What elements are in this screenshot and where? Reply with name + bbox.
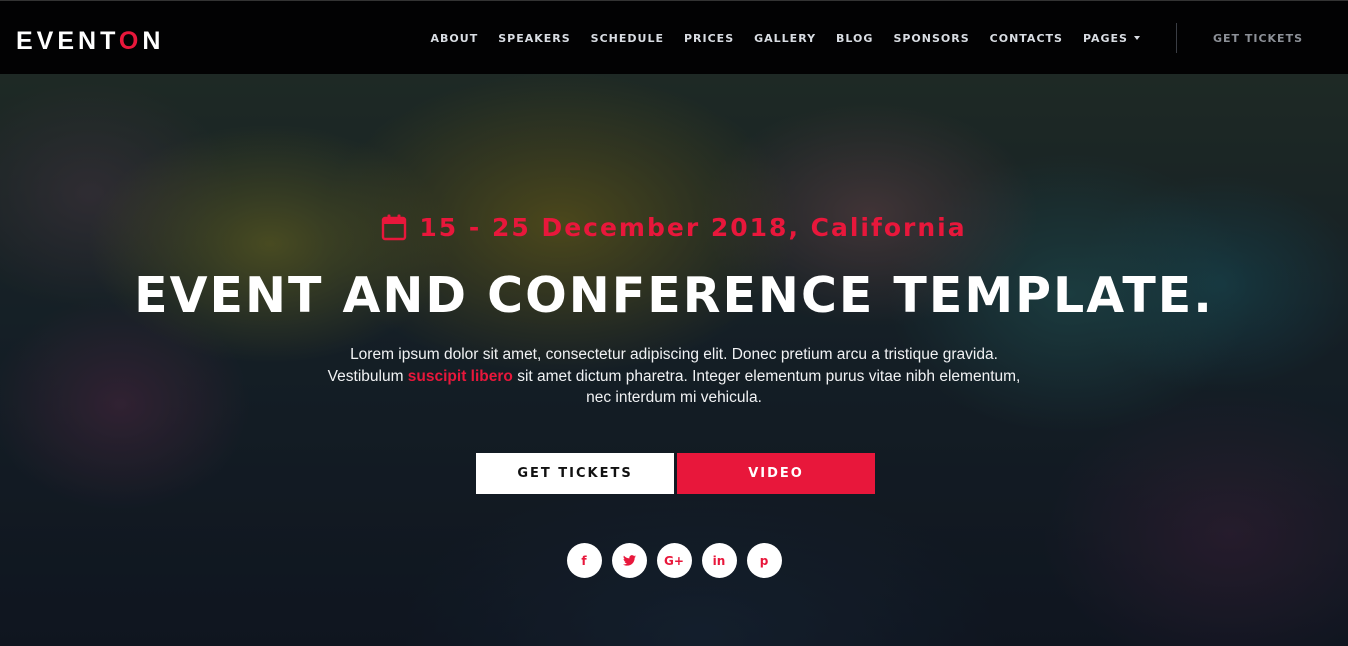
hero-description: Lorem ipsum dolor sit amet, consectetur … bbox=[324, 344, 1024, 409]
nav-item-contacts[interactable]: CONTACTS bbox=[990, 32, 1063, 45]
page: EVENTON ABOUT SPEAKERS SCHEDULE PRICES G… bbox=[0, 0, 1348, 646]
nav-item-prices[interactable]: PRICES bbox=[684, 32, 734, 45]
description-text-end: sit amet dictum pharetra. Integer elemen… bbox=[512, 367, 1021, 407]
nav-item-sponsors[interactable]: SPONSORS bbox=[893, 32, 969, 45]
get-tickets-button[interactable]: GET TICKETS bbox=[476, 453, 674, 494]
nav-item-schedule[interactable]: SCHEDULE bbox=[591, 32, 664, 45]
event-date-text: 15 - 25 December 2018, California bbox=[419, 213, 967, 242]
logo-text-part2: N bbox=[142, 27, 165, 55]
linkedin-icon[interactable]: in bbox=[701, 543, 737, 578]
nav-item-pages-label: PAGES bbox=[1082, 31, 1128, 45]
video-button[interactable]: VIDEO bbox=[677, 453, 875, 494]
nav-divider bbox=[1175, 23, 1177, 53]
nav-item-speakers[interactable]: SPEAKERS bbox=[498, 32, 570, 45]
twitter-bird-icon bbox=[622, 555, 636, 566]
google-plus-icon[interactable]: G+ bbox=[656, 543, 692, 578]
logo[interactable]: EVENTON bbox=[16, 26, 164, 56]
nav-item-blog[interactable]: BLOG bbox=[836, 32, 873, 45]
twitter-icon[interactable] bbox=[611, 543, 647, 578]
pinterest-icon[interactable]: p bbox=[746, 543, 782, 578]
hero-section: 15 - 25 December 2018, California EVENT … bbox=[0, 74, 1348, 646]
logo-text-accent: O bbox=[118, 27, 143, 55]
facebook-icon[interactable]: f bbox=[566, 543, 602, 578]
social-links: f G+ in p bbox=[0, 543, 1348, 578]
logo-text-part1: EVENT bbox=[16, 27, 119, 55]
nav-item-about[interactable]: ABOUT bbox=[431, 32, 479, 45]
site-header: EVENTON ABOUT SPEAKERS SCHEDULE PRICES G… bbox=[0, 0, 1348, 74]
calendar-icon bbox=[382, 214, 407, 241]
description-highlight: suscipit libero bbox=[407, 367, 513, 385]
nav-get-tickets-link[interactable]: GET TICKETS bbox=[1213, 32, 1303, 45]
nav-item-gallery[interactable]: GALLERY bbox=[754, 32, 816, 45]
main-nav: ABOUT SPEAKERS SCHEDULE PRICES GALLERY B… bbox=[431, 1, 1348, 75]
event-date-line: 15 - 25 December 2018, California bbox=[0, 213, 1348, 242]
nav-item-pages-dropdown[interactable]: PAGES bbox=[1083, 32, 1140, 45]
caret-down-icon bbox=[1133, 35, 1140, 40]
hero-headline: EVENT AND CONFERENCE TEMPLATE. bbox=[134, 267, 1214, 324]
